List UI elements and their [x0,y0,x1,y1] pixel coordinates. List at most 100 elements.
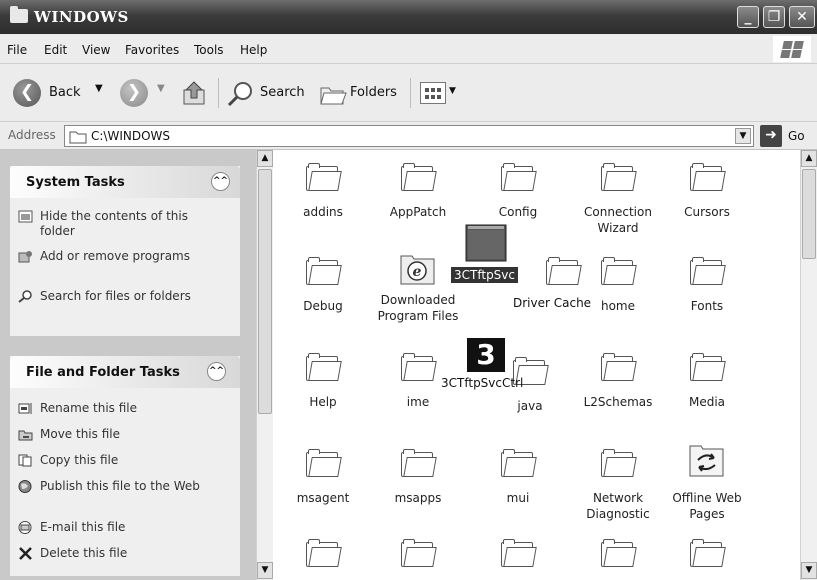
folder-icon [304,162,342,192]
folder-icon [304,352,342,382]
folder-item[interactable]: home [570,256,666,314]
delete-icon [19,547,32,560]
folder-item[interactable]: Media [659,352,755,410]
folder-item[interactable] [470,538,566,580]
file-list-scrollbar[interactable]: ▲ ▼ [800,150,817,580]
folder-icon [399,352,437,382]
menu-favorites[interactable]: Favorites [125,43,179,57]
task-label[interactable]: E-mail this file [40,520,220,535]
folder-item[interactable]: Network Diagnostic [570,448,666,522]
folder-item[interactable]: Help [275,352,371,410]
folders-icon[interactable] [318,80,348,108]
scroll-thumb[interactable] [258,169,272,414]
folder-icon [399,162,437,192]
task-label[interactable]: Search for files or folders [40,289,220,304]
search-button[interactable]: Search [260,85,305,100]
folder-icon [399,448,437,478]
search-icon[interactable] [226,80,256,108]
search-icon [18,290,32,303]
folder-icon [304,448,342,478]
go-arrow-icon[interactable]: ➜ [760,125,782,147]
folders-button[interactable]: Folders [350,85,397,100]
folder-icon [499,538,537,568]
close-button[interactable]: ✕ [789,6,815,28]
task-label[interactable]: Rename this file [40,401,220,416]
system-tasks-title: System Tasks [26,175,125,190]
folder-item[interactable]: msagent [275,448,371,506]
task-label[interactable]: Add or remove programs [40,249,220,264]
back-arrow-icon[interactable]: ❮ [13,79,41,107]
file-folder-tasks-header[interactable]: File and Folder Tasks ^^ [10,356,240,388]
scroll-up-arrow-icon[interactable]: ▲ [801,150,817,167]
folder-item[interactable] [275,538,371,580]
go-button[interactable]: Go [788,129,805,143]
scroll-down-arrow-icon[interactable]: ▼ [801,562,817,579]
forward-dropdown-icon[interactable]: ▼ [157,83,165,94]
task-label[interactable]: Move this file [40,427,220,442]
address-value: C:\WINDOWS [91,129,171,143]
folder-icon [688,162,726,192]
folder-item[interactable]: Config [470,162,566,220]
forward-arrow-icon[interactable]: ❯ [120,79,148,107]
folder-label: AppPatch [389,205,447,219]
tftp-app-icon: 3 [467,338,505,372]
folder-item[interactable]: msapps [370,448,466,506]
system-tasks-header[interactable]: System Tasks ^^ [10,166,240,198]
collapse-chevron-icon[interactable]: ^^ [207,362,226,381]
back-button[interactable]: Back [49,85,81,100]
up-folder-icon[interactable] [180,78,210,108]
folder-item[interactable]: AppPatch [370,162,466,220]
folder-label: ime [406,395,430,409]
folder-icon [10,6,28,23]
folder-label: Cursors [684,205,730,219]
menu-file[interactable]: File [7,43,27,57]
scroll-up-arrow-icon[interactable]: ▲ [257,150,273,167]
file-list-view: addins AppPatch Config Connection Wizard… [275,150,800,580]
folder-item[interactable]: Cursors [659,162,755,220]
folder-icon [599,448,637,478]
menu-tools[interactable]: Tools [194,43,224,57]
folder-label: home [600,299,636,313]
address-dropdown-icon[interactable]: ▼ [735,128,751,144]
back-dropdown-icon[interactable]: ▼ [95,83,103,94]
scroll-down-arrow-icon[interactable]: ▼ [257,562,273,579]
folder-item[interactable]: Offline Web Pages [659,440,755,522]
maximize-button[interactable]: ❐ [763,6,785,28]
task-label[interactable]: Hide the contents of this folder [40,209,220,239]
menu-edit[interactable]: Edit [44,43,67,57]
task-pane-scrollbar[interactable]: ▲ ▼ [256,150,273,580]
app-label: 3CTftpSvc [451,267,518,283]
folder-item[interactable]: L2Schemas [570,352,666,410]
menu-help[interactable]: Help [240,43,267,57]
views-dropdown-icon[interactable]: ▼ [449,86,456,96]
task-label[interactable]: Copy this file [40,453,220,468]
views-icon[interactable] [420,82,446,104]
publish-web-icon [18,480,32,493]
folder-item[interactable]: Debug [275,256,371,314]
task-label[interactable]: Delete this file [40,546,220,561]
folder-item[interactable] [370,538,466,580]
folder-label: Network Diagnostic [586,491,650,521]
folder-item[interactable]: addins [275,162,371,220]
folder-label: addins [303,205,343,219]
hide-contents-icon [18,210,33,223]
folder-icon [688,538,726,568]
scroll-thumb[interactable] [802,169,816,259]
folder-item[interactable] [659,538,755,580]
folder-label: Offline Web Pages [672,491,742,521]
toolbar-separator [218,78,219,108]
folder-item[interactable]: Fonts [659,256,755,314]
address-label: Address [8,128,56,142]
task-pane: System Tasks ^^ Hide the contents of thi… [0,150,256,580]
minimize-button[interactable]: _ [737,6,759,28]
menu-view[interactable]: View [82,43,110,57]
app-3ctftpsvc[interactable]: 3CTftpSvc [451,224,531,283]
task-label[interactable]: Publish this file to the Web [40,479,220,494]
app-3ctftpsvcctrl[interactable]: 3 3CTftpSvcCtrl [441,338,531,390]
folder-item[interactable]: Connection Wizard [570,162,666,236]
address-input[interactable]: C:\WINDOWS ▼ [64,125,754,147]
collapse-chevron-icon[interactable]: ^^ [211,172,230,191]
folder-item[interactable]: mui [470,448,566,506]
title-bar: WINDOWS _ ❐ ✕ [0,0,817,34]
folder-item[interactable] [570,538,666,580]
